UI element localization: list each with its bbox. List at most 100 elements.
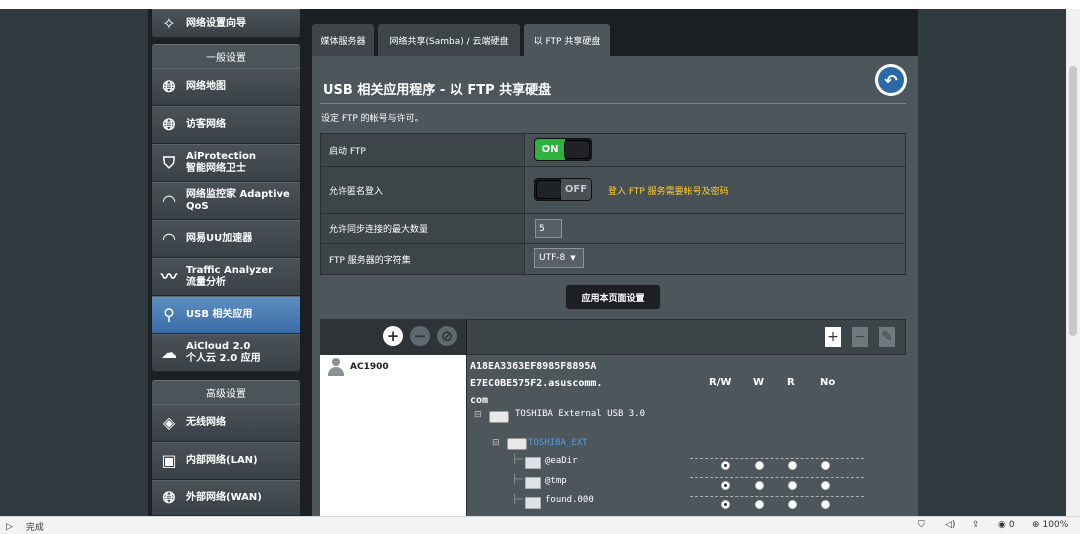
tab-samba[interactable]: 网络共享(Samba) / 云端硬盘: [378, 24, 520, 56]
perm-radio-rw[interactable]: [721, 461, 730, 470]
usb-icon: ⚲: [163, 305, 175, 324]
perm-radio-no[interactable]: [821, 481, 830, 490]
tree-branch: ├─: [512, 455, 523, 465]
sidebar-item-aicloud[interactable]: ☁ AiCloud 2.0 个人云 2.0 应用: [152, 334, 300, 372]
ddns-host: A18EA3363EF8985F8895A E7EC0BE575F2.asusc…: [470, 358, 630, 409]
sidebar-item-wizard[interactable]: ✧ 网络设置向导: [152, 9, 300, 38]
shield-icon[interactable]: ⛉: [918, 520, 925, 530]
sidebar-item-label: 网络监控家 Adaptive: [186, 189, 290, 200]
sidebar-advanced-header: 高级设置: [152, 380, 300, 404]
zoom-level: 100%: [1042, 520, 1069, 530]
wand-icon: ✧: [162, 13, 176, 33]
toggle-knob: [536, 180, 562, 199]
toggle-knob: [564, 140, 590, 159]
volume-name[interactable]: TOSHIBA_EXT: [528, 438, 588, 448]
upload-icon[interactable]: ⇪: [972, 520, 980, 530]
setting-label: FTP 服务器的字符集: [321, 244, 525, 274]
row-separator: [690, 458, 864, 459]
delete-folder-icon[interactable]: −: [852, 327, 868, 347]
tree-expander-icon[interactable]: ⊟: [492, 438, 500, 448]
sidebar-item-wireless[interactable]: ◈ 无线网络: [152, 404, 300, 442]
setting-value: 5: [526, 214, 905, 243]
gauge-icon: ◠: [162, 191, 176, 210]
sidebar-item-label: 网络地图: [186, 81, 226, 92]
cloud-icon: ☁: [161, 343, 177, 362]
perm-radio-rw[interactable]: [721, 500, 730, 509]
zoom-icon: ⊕: [1032, 520, 1040, 530]
folder-name[interactable]: @eaDir: [545, 456, 578, 466]
sidebar-item-lan[interactable]: ▣ 内部网络(LAN): [152, 442, 300, 480]
account-item[interactable]: AC1900: [328, 358, 389, 376]
setting-row-charset: FTP 服务器的字符集 UTF-8 ▼: [321, 244, 905, 274]
perm-radio-no[interactable]: [821, 500, 830, 509]
monitor-icon: ▣: [161, 451, 177, 470]
volume-icon: [507, 438, 527, 450]
setting-label: 允许匿名登入: [321, 167, 525, 213]
host-line: A18EA3363EF8985F8895A: [470, 361, 597, 372]
globe-icon: 🌐︎: [162, 488, 176, 507]
user-icon: [328, 358, 344, 376]
speaker-icon[interactable]: ◁): [945, 520, 955, 530]
tree-branch: ├─: [512, 495, 523, 505]
wifi-icon: ◈: [162, 413, 176, 432]
sidebar-item-label: 外部网络(WAN): [186, 492, 262, 503]
sidebar-item-uu-accelerator[interactable]: ◠ 网易UU加速器: [152, 220, 300, 258]
sidebar-item-label: 无线网络: [186, 417, 226, 428]
sidebar-item-wan[interactable]: 🌐︎ 外部网络(WAN): [152, 480, 300, 516]
setting-row-max-connections: 允许同步连接的最大数量 5: [321, 214, 905, 244]
sidebar-item-traffic-analyzer[interactable]: 〰 Traffic Analyzer 流量分析: [152, 258, 300, 296]
sidebar-item-network-map[interactable]: 🌐︎ 网络地图: [152, 68, 300, 106]
edit-account-icon[interactable]: ⊘: [437, 326, 457, 346]
add-folder-icon[interactable]: +: [825, 327, 841, 347]
sidebar-item-sublabel: 个人云 2.0 应用: [186, 353, 261, 364]
host-line: E7EC0BE575F2.asuscomm.: [470, 378, 603, 389]
folder-icon: [525, 497, 541, 509]
toggle-on-label: ON: [535, 139, 565, 160]
setting-value: ON: [526, 134, 905, 166]
anonymous-login-toggle[interactable]: OFF: [534, 178, 592, 201]
sidebar-item-label: AiProtection: [186, 151, 256, 162]
folder-name[interactable]: found.000: [545, 495, 594, 505]
perm-header-r: R: [787, 377, 795, 388]
perm-radio-no[interactable]: [821, 461, 830, 470]
perm-radio-w[interactable]: [755, 500, 764, 509]
globe-icon: 🌐︎: [162, 77, 176, 96]
perm-radio-w[interactable]: [755, 461, 764, 470]
folder-name[interactable]: @tmp: [545, 476, 567, 486]
perm-radio-rw[interactable]: [721, 481, 730, 490]
perm-radio-r[interactable]: [788, 481, 797, 490]
max-connections-input[interactable]: 5: [535, 219, 562, 238]
add-account-icon[interactable]: +: [383, 326, 403, 346]
browser-scrollbar-thumb[interactable]: [1069, 66, 1077, 336]
perm-header-rw: R/W: [709, 377, 732, 388]
setting-row-enable-ftp: 启动 FTP ON: [321, 134, 905, 167]
remove-account-icon[interactable]: −: [410, 326, 430, 346]
page-title: USB 相关应用程序 - 以 FTP 共享硬盘: [323, 83, 552, 98]
tab-media-server[interactable]: 媒体服务器: [312, 24, 374, 56]
perm-radio-w[interactable]: [755, 481, 764, 490]
perm-radio-r[interactable]: [788, 500, 797, 509]
charset-select[interactable]: UTF-8 ▼: [534, 248, 584, 268]
back-button[interactable]: ↶: [875, 64, 907, 96]
apply-button[interactable]: 应用本页面设置: [565, 284, 661, 310]
zoom-control[interactable]: ⊕ 100%: [1032, 520, 1068, 530]
sidebar-item-aiprotection[interactable]: ⛉ AiProtection 智能网络卫士: [152, 144, 300, 182]
rename-folder-icon[interactable]: ✎: [879, 327, 895, 347]
perm-radio-r[interactable]: [788, 461, 797, 470]
host-line: com: [470, 395, 489, 406]
sidebar-item-adaptive-qos[interactable]: ◠ 网络监控家 Adaptive QoS: [152, 182, 300, 220]
sidebar-item-guest-network[interactable]: 🌐︎ 访客网络: [152, 106, 300, 144]
row-separator: [690, 477, 864, 478]
tree-expander-icon[interactable]: ⊟: [474, 410, 482, 420]
enable-ftp-toggle[interactable]: ON: [534, 138, 592, 161]
download-icon: ◉: [998, 520, 1006, 530]
browser-statusbar: ▷ 完成 ⛉ ◁) ⇪ ◉ 0 ⊕ 100%: [0, 516, 1080, 534]
setting-value: UTF-8 ▼: [526, 244, 905, 274]
toggle-off-label: OFF: [561, 179, 591, 200]
download-counter[interactable]: ◉ 0: [998, 520, 1015, 530]
download-count: 0: [1008, 520, 1015, 530]
drive-name: TOSHIBA External USB 3.0: [515, 409, 646, 419]
play-icon: ▷: [6, 521, 13, 532]
sidebar-item-usb-application[interactable]: ⚲ USB 相关应用: [152, 296, 300, 334]
tab-ftp[interactable]: 以 FTP 共享硬盘: [524, 24, 610, 56]
